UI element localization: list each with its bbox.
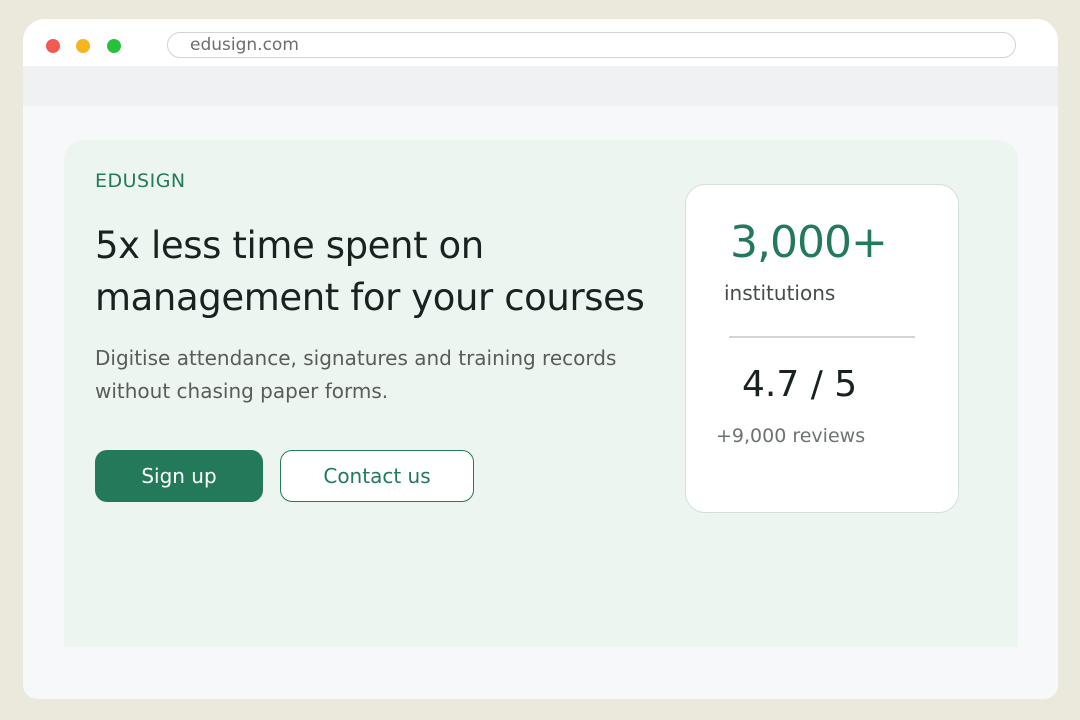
hero-headline-line-2: management for your courses xyxy=(95,276,645,319)
hero-subtitle-line-2: without chasing paper forms. xyxy=(95,379,389,403)
rating-value: 4.7 / 5 xyxy=(742,364,858,405)
minimize-window-icon[interactable] xyxy=(76,39,90,53)
stats-card: 3,000+ institutions 4.7 / 5 +9,000 revie… xyxy=(685,184,959,513)
hero-headline-line-1: 5x less time spent on xyxy=(95,224,484,267)
brand-label: EDUSIGN xyxy=(95,170,186,192)
sign-up-button[interactable]: Sign up xyxy=(95,450,263,502)
address-bar-url: edusign.com xyxy=(190,35,299,55)
maximize-window-icon[interactable] xyxy=(107,39,121,53)
close-window-icon[interactable] xyxy=(46,39,60,53)
browser-titlebar: edusign.com xyxy=(23,19,1058,66)
hero-headline: 5x less time spent on management for you… xyxy=(95,220,695,324)
institutions-count: 3,000+ xyxy=(730,217,888,268)
stats-divider xyxy=(729,336,915,338)
contact-us-button[interactable]: Contact us xyxy=(280,450,474,502)
hero-subtitle-line-1: Digitise attendance, signatures and trai… xyxy=(95,346,617,370)
reviews-count: +9,000 reviews xyxy=(716,425,866,447)
hero-section: EDUSIGN 5x less time spent on management… xyxy=(64,140,1018,647)
hero-subtitle: Digitise attendance, signatures and trai… xyxy=(95,342,675,408)
site-nav-band xyxy=(23,66,1058,106)
address-bar[interactable]: edusign.com xyxy=(167,32,1016,58)
browser-window: edusign.com EDUSIGN 5x less time spent o… xyxy=(23,19,1058,699)
institutions-label: institutions xyxy=(724,281,836,305)
